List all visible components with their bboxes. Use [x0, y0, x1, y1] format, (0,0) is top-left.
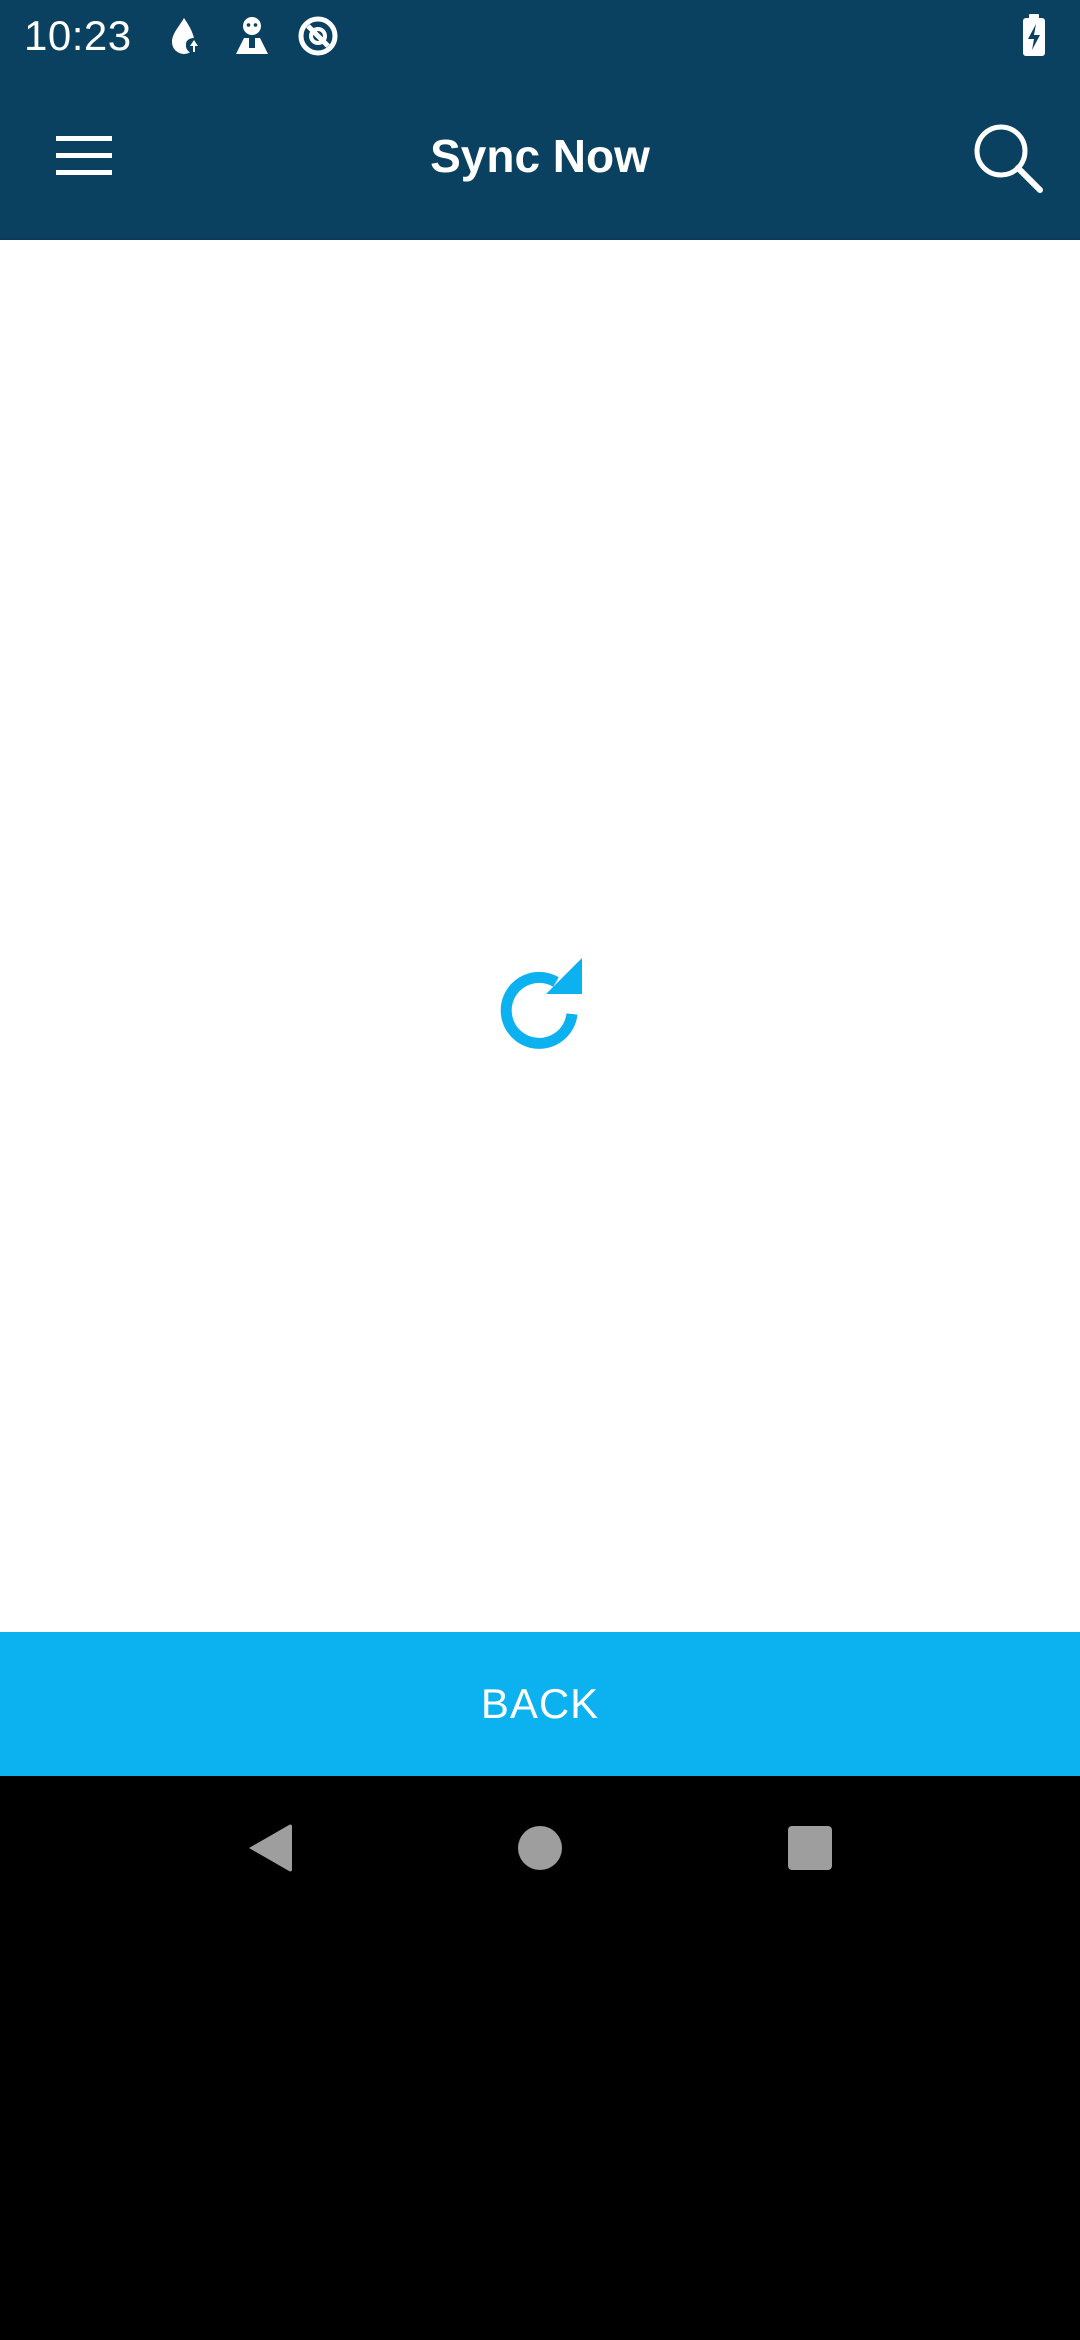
status-bar: 10:23 [0, 0, 1080, 72]
status-time: 10:23 [24, 12, 132, 59]
app-bar: Sync Now [0, 72, 1080, 240]
no-disturb-icon [298, 16, 338, 56]
page-title: Sync Now [430, 130, 650, 182]
drop-notification-icon [172, 18, 198, 55]
search-icon [974, 124, 1043, 193]
system-navigation-bar [0, 1776, 1080, 1920]
nav-recents-icon [788, 1826, 832, 1870]
nav-recents-button[interactable] [762, 1800, 858, 1896]
avatar-notification-icon [236, 17, 268, 54]
app-screen: 10:23 Sync Now BACK [0, 0, 1080, 1776]
content-area [0, 240, 1080, 1632]
nav-home-icon [518, 1826, 562, 1870]
refresh-icon [500, 958, 582, 1049]
nav-home-button[interactable] [492, 1800, 588, 1896]
nav-back-button[interactable] [222, 1800, 318, 1896]
status-notification-icons [162, 12, 342, 60]
nav-back-icon [249, 1824, 292, 1872]
search-button[interactable] [960, 110, 1056, 206]
battery-charging-icon [1023, 14, 1045, 56]
back-button[interactable]: BACK [0, 1632, 1080, 1776]
